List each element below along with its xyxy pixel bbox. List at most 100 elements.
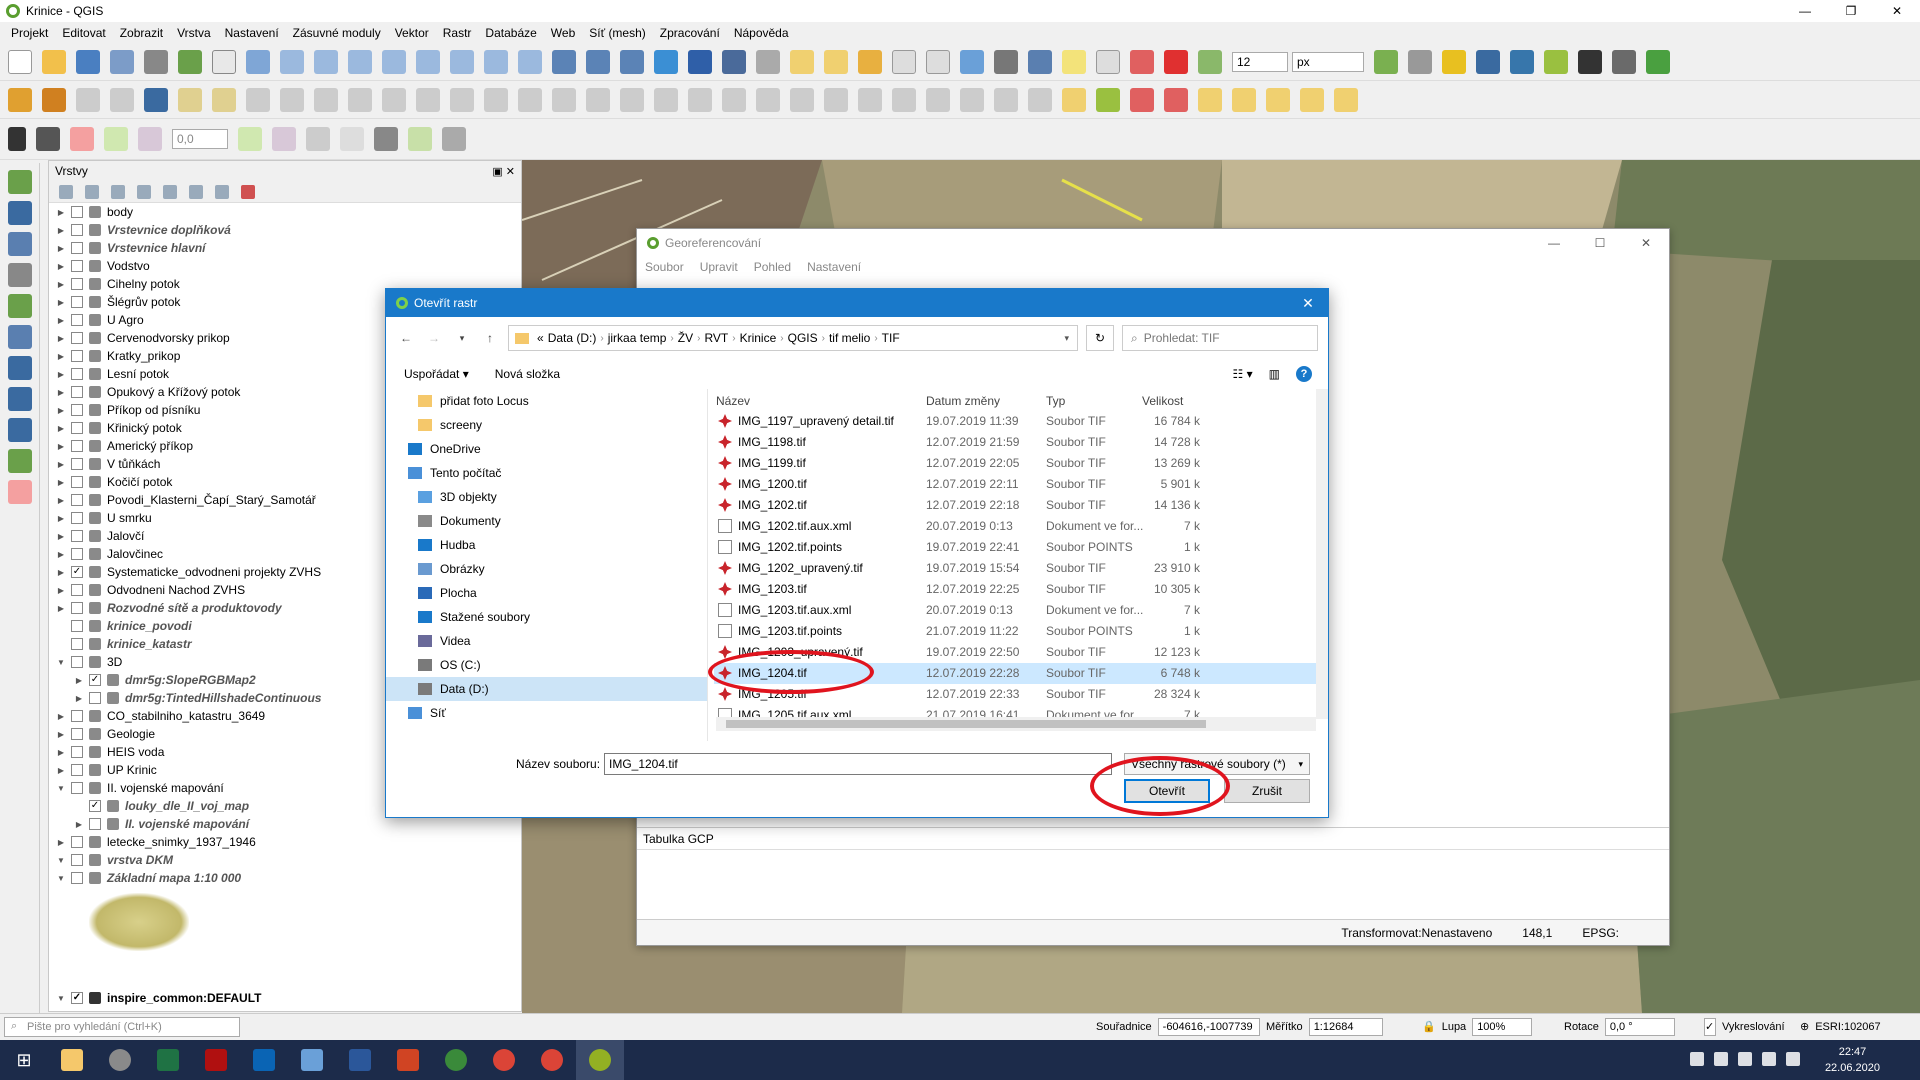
expand-toggle-icon[interactable]: ▶ bbox=[55, 280, 67, 289]
column-date[interactable]: Datum změny bbox=[926, 394, 1000, 408]
menu-item[interactable]: Editovat bbox=[55, 26, 112, 40]
simplify-icon[interactable] bbox=[654, 87, 678, 112]
layer-checkbox[interactable] bbox=[71, 620, 83, 632]
layer-item-inspire[interactable]: ▼ ✓ inspire_common:DEFAULT bbox=[55, 989, 261, 1007]
chevron-down-icon[interactable]: ▾ bbox=[1064, 333, 1069, 344]
breadcrumb-item[interactable]: Krinice bbox=[740, 331, 777, 345]
merge-attributes-icon[interactable] bbox=[1028, 87, 1052, 112]
column-type[interactable]: Typ bbox=[1046, 394, 1065, 408]
expand-toggle-icon[interactable]: ▶ bbox=[55, 262, 67, 271]
intersection-icon[interactable] bbox=[1408, 49, 1432, 74]
start-button[interactable]: ⊞ bbox=[0, 1040, 48, 1080]
layer-checkbox[interactable] bbox=[71, 638, 83, 650]
layer-checkbox[interactable] bbox=[71, 296, 83, 308]
file-row[interactable]: IMG_1202.tif.aux.xml 20.07.2019 0:13 Dokum… bbox=[714, 516, 1328, 537]
text-annotation-icon[interactable] bbox=[1096, 49, 1120, 74]
nav-item[interactable]: OneDrive bbox=[386, 437, 707, 461]
plugin-globe-icon[interactable] bbox=[1476, 49, 1500, 74]
layer-checkbox[interactable] bbox=[71, 710, 83, 722]
plugin-icon[interactable] bbox=[1544, 49, 1568, 74]
layer-checkbox[interactable] bbox=[71, 728, 83, 740]
layer-item[interactable]: ▶ Vrstevnice doplňková bbox=[55, 221, 521, 239]
nav-item[interactable]: Síť bbox=[386, 701, 707, 725]
refresh-icon[interactable]: ↻ bbox=[1086, 325, 1114, 351]
self-snap-icon[interactable] bbox=[1442, 49, 1466, 74]
collapse-all-icon[interactable] bbox=[215, 184, 229, 199]
layer-checkbox[interactable] bbox=[71, 764, 83, 776]
taskbar-word[interactable] bbox=[336, 1040, 384, 1080]
clock[interactable]: 22:47 22.06.2020 bbox=[1825, 1044, 1880, 1076]
layer-checkbox[interactable] bbox=[71, 224, 83, 236]
show-bookmarks-icon[interactable] bbox=[620, 49, 644, 74]
grid-icon[interactable] bbox=[1130, 49, 1154, 74]
onedrive-icon[interactable] bbox=[1714, 1052, 1728, 1066]
paste-icon[interactable] bbox=[450, 87, 474, 112]
menu-item[interactable]: Rastr bbox=[436, 26, 479, 40]
layer-item[interactable]: ▶ letecke_snimky_1937_1946 bbox=[55, 833, 521, 851]
breadcrumb-item[interactable]: Data (D:) bbox=[548, 331, 597, 345]
topology-icon[interactable] bbox=[1374, 49, 1398, 74]
nav-item[interactable]: Dokumenty bbox=[386, 509, 707, 533]
breadcrumb-item[interactable]: QGIS bbox=[788, 331, 818, 345]
pin-labels-icon[interactable] bbox=[1130, 87, 1154, 112]
layer-checkbox[interactable] bbox=[71, 350, 83, 362]
zoom-in-icon[interactable] bbox=[280, 49, 304, 74]
manage-themes-icon[interactable] bbox=[111, 184, 125, 199]
grid-tool-2-icon[interactable] bbox=[36, 127, 60, 151]
layer-checkbox[interactable] bbox=[89, 818, 101, 830]
nav-item[interactable]: Tento počítač bbox=[386, 461, 707, 485]
view-options-icon[interactable]: ☷ ▾ bbox=[1233, 367, 1253, 381]
expand-toggle-icon[interactable]: ▶ bbox=[55, 316, 67, 325]
expand-toggle-icon[interactable]: ▶ bbox=[55, 478, 67, 487]
layer-checkbox[interactable] bbox=[71, 458, 83, 470]
file-row[interactable]: IMG_1202_upravený.tif 19.07.2019 15:54 Sou… bbox=[714, 558, 1328, 579]
menu-item[interactable]: Zásuvné moduly bbox=[286, 26, 388, 40]
offset-curve-icon[interactable] bbox=[892, 87, 916, 112]
expand-toggle-icon[interactable]: ▶ bbox=[55, 550, 67, 559]
nav-item[interactable]: Stažené soubory bbox=[386, 605, 707, 629]
menu-item[interactable]: Projekt bbox=[4, 26, 55, 40]
add-delimited-text-icon[interactable] bbox=[8, 263, 32, 287]
layer-checkbox[interactable] bbox=[71, 782, 83, 794]
menu-item[interactable]: Vektor bbox=[388, 26, 436, 40]
add-spatialite-icon[interactable] bbox=[8, 294, 32, 318]
breadcrumb-item[interactable]: jirkaa temp bbox=[608, 331, 667, 345]
delete-ring-icon[interactable] bbox=[790, 87, 814, 112]
crs-label[interactable]: ESRI:102067 bbox=[1815, 1021, 1880, 1033]
rotation-input[interactable]: 0,0 ° bbox=[1604, 1017, 1675, 1036]
ad-tool-5-icon[interactable] bbox=[272, 127, 296, 151]
taskbar-qgis[interactable] bbox=[576, 1040, 624, 1080]
file-row[interactable]: IMG_1202.tif.points 19.07.2019 22:41 Soubo… bbox=[714, 537, 1328, 558]
tray-arrow-icon[interactable] bbox=[1690, 1052, 1704, 1066]
zoom-layer-icon[interactable] bbox=[416, 49, 440, 74]
map-tips-icon[interactable] bbox=[1062, 49, 1086, 74]
organize-button[interactable]: Uspořádat ▾ bbox=[404, 367, 469, 381]
cut-icon[interactable] bbox=[382, 87, 406, 112]
expand-toggle-icon[interactable]: ▼ bbox=[55, 856, 67, 865]
magnifier-input[interactable]: 100% bbox=[1472, 1017, 1533, 1036]
filter-legend-icon[interactable] bbox=[137, 184, 151, 199]
offset-input[interactable]: 0,0 bbox=[172, 129, 228, 149]
layer-checkbox[interactable]: ✓ bbox=[89, 674, 101, 686]
snapping-magnet-icon[interactable] bbox=[1164, 49, 1188, 74]
render-checkbox[interactable]: ✓ bbox=[1704, 1017, 1716, 1036]
layer-checkbox[interactable] bbox=[71, 476, 83, 488]
layer-item[interactable]: ▼ Základní mapa 1:10 000 bbox=[55, 869, 521, 887]
layer-checkbox[interactable] bbox=[71, 836, 83, 848]
layer-checkbox[interactable] bbox=[71, 404, 83, 416]
locator-search-input[interactable]: ⌕ Pište pro vyhledání (Ctrl+K) bbox=[4, 1016, 240, 1037]
breadcrumb-item[interactable]: « bbox=[537, 331, 544, 345]
layer-item[interactable]: ▶ Vodstvo bbox=[55, 257, 521, 275]
dialog-close-button[interactable]: ✕ bbox=[1288, 289, 1328, 317]
open-project-icon[interactable] bbox=[42, 49, 66, 74]
layer-checkbox[interactable] bbox=[71, 260, 83, 272]
close-button[interactable]: ✕ bbox=[1623, 229, 1669, 257]
expand-toggle-icon[interactable]: ▶ bbox=[55, 748, 67, 757]
save-as-icon[interactable] bbox=[110, 49, 134, 74]
nav-item[interactable]: 3D objekty bbox=[386, 485, 707, 509]
expand-toggle-icon[interactable]: ▶ bbox=[55, 244, 67, 253]
new-layer-icon[interactable] bbox=[8, 449, 32, 473]
maximize-button[interactable]: ☐ bbox=[1577, 229, 1623, 257]
fill-ring-icon[interactable] bbox=[756, 87, 780, 112]
statistics-icon[interactable] bbox=[994, 49, 1018, 74]
